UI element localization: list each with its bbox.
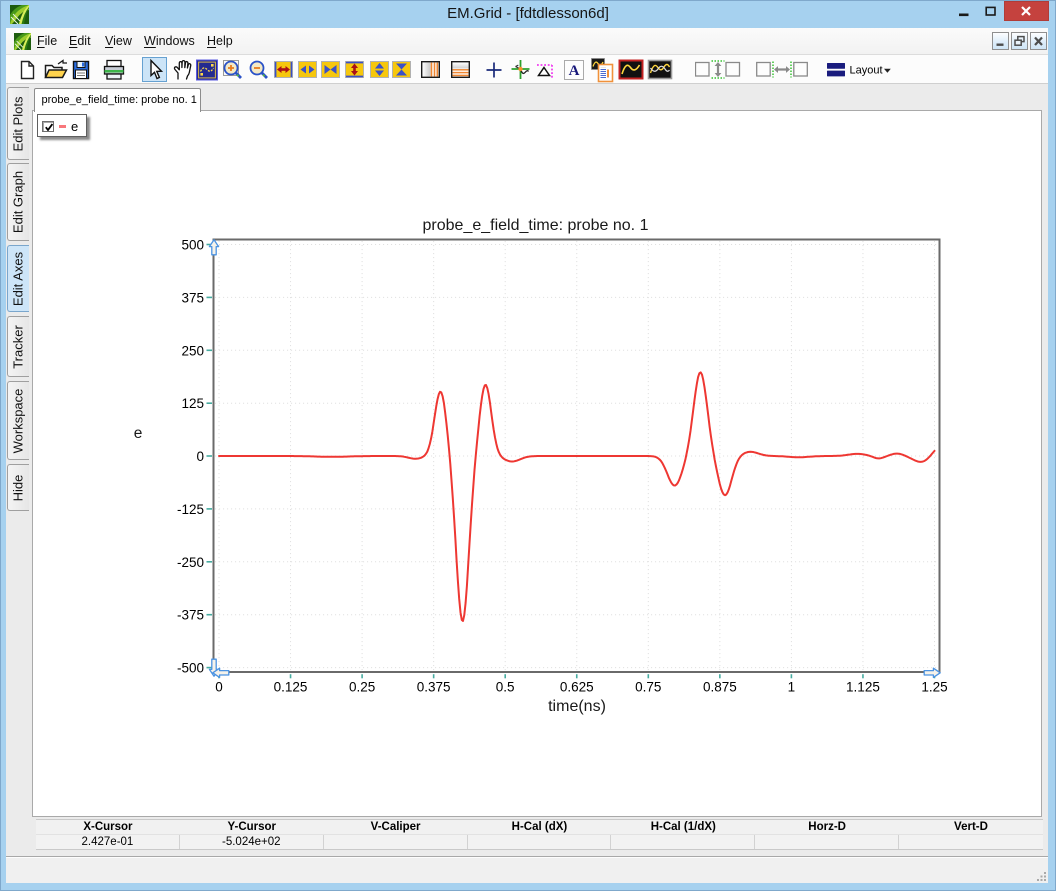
svg-text:375: 375 xyxy=(181,290,204,305)
svg-text:0.25: 0.25 xyxy=(349,680,375,695)
svg-text:probe_e_field_time: probe no.: probe_e_field_time: probe no. 1 xyxy=(423,217,649,234)
svg-text:time(ns): time(ns) xyxy=(548,698,606,715)
svg-text:Layout: Layout xyxy=(850,65,883,77)
svg-text:0: 0 xyxy=(215,680,223,695)
svg-text:250: 250 xyxy=(181,343,204,358)
svg-text:125: 125 xyxy=(181,396,204,411)
svg-text:-250: -250 xyxy=(177,555,204,570)
svg-text:0.375: 0.375 xyxy=(417,680,451,695)
svg-text:0.125: 0.125 xyxy=(274,680,308,695)
svg-text:1.25: 1.25 xyxy=(921,680,947,695)
svg-text:e: e xyxy=(134,425,143,442)
svg-text:0.625: 0.625 xyxy=(560,680,594,695)
svg-text:0.5: 0.5 xyxy=(496,680,515,695)
svg-text:0.75: 0.75 xyxy=(635,680,661,695)
svg-text:0.875: 0.875 xyxy=(703,680,737,695)
svg-text:-500: -500 xyxy=(177,661,204,676)
svg-text:A: A xyxy=(569,63,580,79)
svg-text:-375: -375 xyxy=(177,608,204,623)
svg-text:500: 500 xyxy=(181,238,204,253)
svg-text:1.125: 1.125 xyxy=(846,680,880,695)
svg-text:0: 0 xyxy=(196,449,204,464)
svg-text:1: 1 xyxy=(788,680,796,695)
svg-text:-125: -125 xyxy=(177,502,204,517)
